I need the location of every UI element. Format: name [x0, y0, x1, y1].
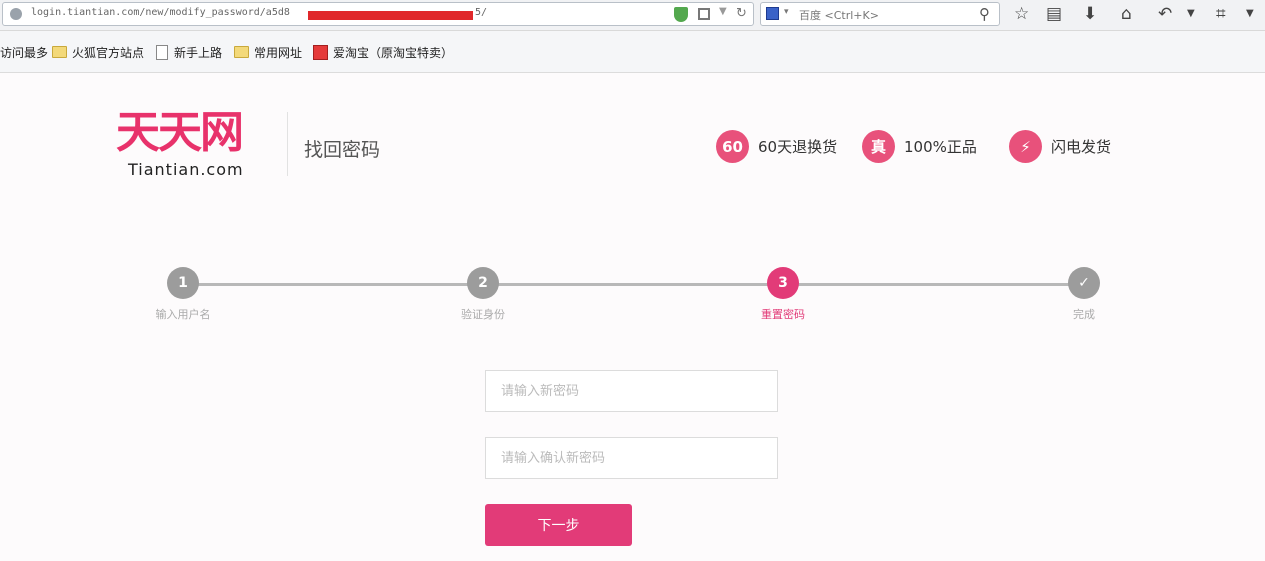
feature-label: 100%正品	[904, 138, 977, 156]
bookmark-label: 爱淘宝（原淘宝特卖）	[333, 45, 454, 60]
feature-label: 闪电发货	[1051, 138, 1112, 156]
feature-genuine: 真 100%正品	[862, 130, 977, 163]
download-icon[interactable]: ⬇	[1083, 4, 1097, 24]
step-progress-line	[182, 283, 1085, 286]
step-done-check-icon: ✓	[1068, 267, 1100, 299]
returns-badge-icon: 60	[716, 130, 749, 163]
search-placeholder: 百度 <Ctrl+K>	[799, 7, 879, 23]
feature-label: 60天退换货	[758, 138, 838, 156]
url-text: login.tiantian.com/new/modify_password/a…	[31, 7, 290, 18]
step-2-circle: 2	[467, 267, 499, 299]
bookmark-label: 常用网址	[254, 45, 303, 60]
genuine-badge-icon: 真	[862, 130, 895, 163]
step-3-circle-active: 3	[767, 267, 799, 299]
step-1-label: 输入用户名	[155, 308, 211, 321]
bookmarks-bar: 访问最多 火狐官方站点 新手上路 常用网址 爱淘宝（原淘宝特卖）	[0, 31, 1265, 73]
folder-icon	[52, 46, 67, 58]
search-icon[interactable]: ⚲	[979, 5, 990, 23]
step-4-label: 完成	[1073, 308, 1095, 321]
search-bar[interactable]: ▾ 百度 <Ctrl+K> ⚲	[760, 2, 1000, 26]
site-logo-domain: Tiantian.com	[128, 160, 244, 179]
chevron-down-icon[interactable]: ▼	[719, 6, 727, 17]
step-3-label-active: 重置密码	[761, 308, 805, 321]
undo-icon[interactable]: ↶	[1158, 4, 1172, 24]
feature-returns: 60 60天退换货	[716, 130, 837, 163]
confirm-password-input[interactable]	[485, 437, 778, 479]
new-password-input[interactable]	[485, 370, 778, 412]
bookmark-firefox-site[interactable]: 火狐官方站点	[52, 44, 144, 60]
step-1-circle: 1	[167, 267, 199, 299]
url-tail-text: 5/	[475, 7, 488, 18]
bookmark-most-visited[interactable]: 访问最多	[0, 44, 48, 60]
url-redaction	[308, 11, 473, 20]
star-bookmark-icon[interactable]: ☆	[1014, 4, 1029, 24]
site-logo[interactable]: 天天网	[116, 108, 244, 158]
qr-code-icon[interactable]	[698, 8, 710, 20]
page-icon	[156, 44, 168, 60]
search-engine-name: 百度	[799, 9, 821, 22]
next-step-button[interactable]: 下一步	[485, 504, 632, 546]
bookmark-label: 访问最多	[0, 45, 49, 60]
page-title: 找回密码	[304, 139, 381, 161]
bookmark-label: 火狐官方站点	[72, 45, 145, 60]
chevron-down-icon[interactable]: ▼	[1246, 4, 1254, 24]
chevron-down-icon[interactable]: ▼	[1187, 4, 1195, 24]
reload-icon[interactable]: ↻	[736, 6, 747, 21]
browser-nav-bar: login.tiantian.com/new/modify_password/a…	[0, 0, 1265, 31]
home-icon[interactable]: ⌂	[1121, 4, 1132, 24]
bookmark-ai-taobao[interactable]: 爱淘宝（原淘宝特卖）	[313, 44, 453, 60]
search-engine-icon[interactable]	[766, 7, 779, 20]
taobao-icon	[313, 44, 328, 60]
shield-icon[interactable]	[674, 7, 688, 22]
bookmark-label: 新手上路	[174, 45, 223, 60]
step-2-label: 验证身份	[461, 308, 505, 321]
lightning-icon: ⚡	[1009, 130, 1042, 163]
globe-icon	[10, 8, 22, 20]
crop-icon[interactable]: ⌗	[1216, 4, 1226, 24]
bookmarks-list-icon[interactable]: ▤	[1046, 4, 1062, 24]
chevron-down-icon[interactable]: ▾	[784, 7, 789, 17]
header-divider	[287, 112, 288, 176]
search-shortcut: <Ctrl+K>	[824, 9, 879, 22]
address-bar[interactable]: login.tiantian.com/new/modify_password/a…	[2, 2, 754, 26]
folder-icon	[234, 46, 249, 58]
feature-fast-shipping: ⚡ 闪电发货	[1009, 130, 1111, 163]
bookmark-getting-started[interactable]: 新手上路	[156, 44, 222, 60]
bookmark-common-sites[interactable]: 常用网址	[234, 44, 302, 60]
